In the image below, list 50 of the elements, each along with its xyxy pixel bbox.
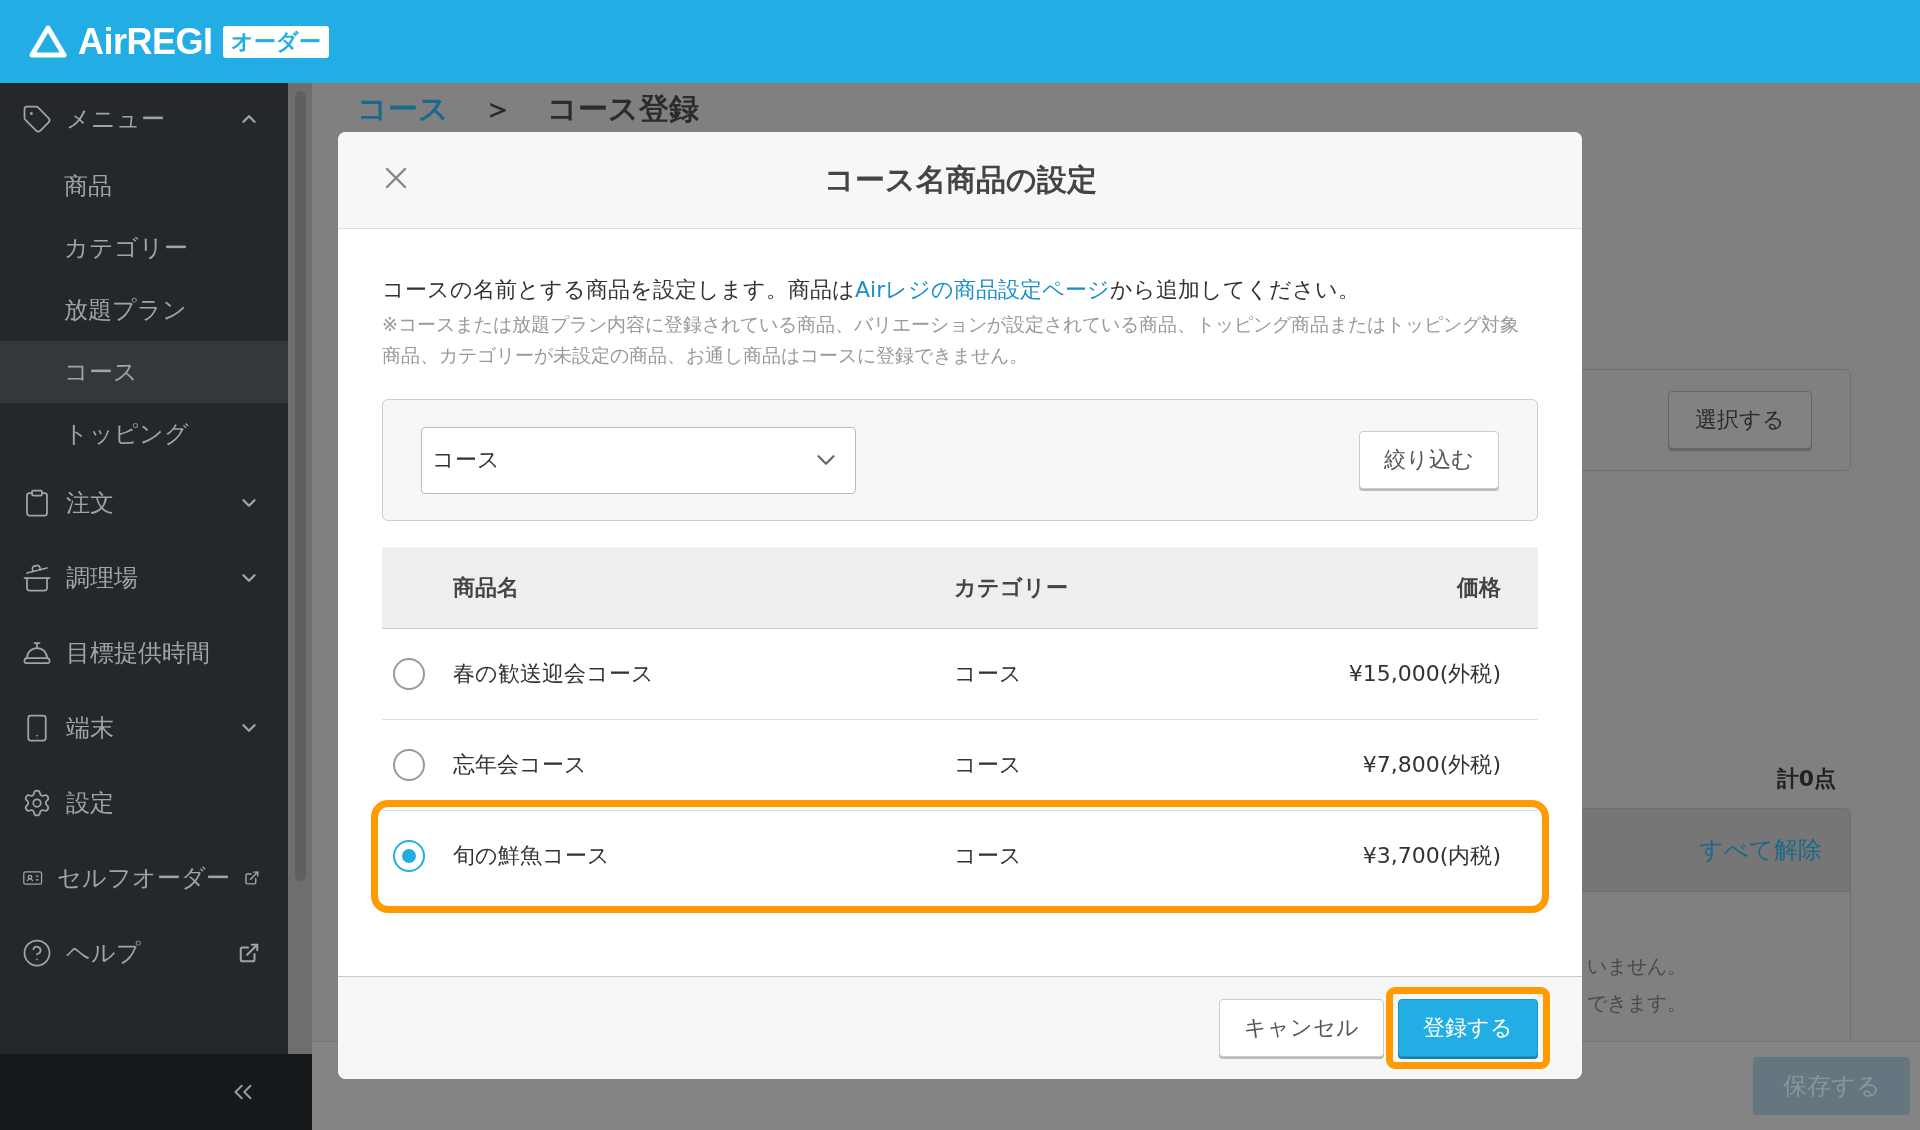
product-name-cell-text: 旬の鮮魚コース xyxy=(453,842,611,870)
sidebar-item[interactable]: 目標提供時間 xyxy=(0,615,288,690)
product-name-cell-text: 春の歓送迎会コース xyxy=(453,660,655,688)
sidebar-item[interactable]: セルフオーダー xyxy=(0,840,288,915)
external-link-icon xyxy=(238,941,260,964)
product-badge: オーダー xyxy=(222,25,329,58)
cancel-button[interactable]: キャンセル xyxy=(1219,999,1384,1057)
dialog-title: コース名商品の設定 xyxy=(823,160,1097,199)
table-row[interactable]: 忘年会コース コース ¥7,800(外税) xyxy=(382,720,1538,811)
radio-button[interactable] xyxy=(393,749,425,781)
note-text: ※コースまたは放題プラン内容に登録されている商品、バリエーションが設定されている商品、トッピング商品またはトッピング対象商品、カテゴリーが未設定の商品、お通し商品はコースに登録できません。 xyxy=(382,312,1520,368)
column-header: 商品名 xyxy=(453,573,520,602)
sidebar-item[interactable]: メニュー xyxy=(0,83,288,155)
table-row[interactable]: 春の歓送迎会コース コース ¥15,000(外税) xyxy=(382,629,1538,720)
total-count: 計0点 xyxy=(1776,765,1836,793)
category-cell-text: コース xyxy=(954,842,1023,870)
sidebar-subitem[interactable]: 商品 xyxy=(0,155,288,217)
sidebar-subitem[interactable]: トッピング xyxy=(0,403,288,465)
category-select[interactable]: コース xyxy=(421,426,856,494)
price-cell-text: ¥15,000(外税) xyxy=(1348,660,1501,688)
tag-icon xyxy=(22,104,52,134)
logo-icon xyxy=(28,23,68,60)
sidebar-subitem[interactable]: カテゴリー xyxy=(0,217,288,279)
sidebar-item[interactable]: 注文 xyxy=(0,465,288,540)
radio-button[interactable] xyxy=(393,658,425,690)
sidebar-item[interactable]: 設定 xyxy=(0,765,288,840)
column-header: カテゴリー xyxy=(954,573,1069,602)
settings-icon xyxy=(22,787,52,818)
sidebar-item[interactable]: ヘルプ xyxy=(0,915,288,990)
select-button[interactable]: 選択する xyxy=(1668,391,1812,449)
table-row[interactable]: 旬の鮮魚コース コース ¥3,700(内税) xyxy=(382,811,1538,902)
column-header: 価格 xyxy=(1457,573,1501,602)
price-cell-text: ¥7,800(外税) xyxy=(1362,751,1501,779)
pot-icon xyxy=(22,562,52,593)
sidebar-subitem[interactable]: コース xyxy=(0,341,288,403)
settings-page-link[interactable]: Airレジの商品設定ページ xyxy=(855,277,1111,302)
radio-button[interactable] xyxy=(393,840,425,872)
filter-button[interactable]: 絞り込む xyxy=(1359,431,1499,489)
description-text: コースの名前とする商品を設定します。商品はAirレジの商品設定ページから追加してください。 xyxy=(382,276,1362,304)
breadcrumb-separator: ＞ xyxy=(483,89,513,128)
logo-text: AirREGI xyxy=(78,20,213,63)
help-icon xyxy=(22,937,52,968)
page-title: コース登録 xyxy=(547,89,699,128)
price-cell-text: ¥3,700(内税) xyxy=(1362,842,1501,870)
sidebar-subitem[interactable]: 放題プラン xyxy=(0,279,288,341)
category-cell-text: コース xyxy=(954,751,1023,779)
sidebar-item[interactable]: 調理場 xyxy=(0,540,288,615)
category-cell-text: コース xyxy=(954,660,1023,688)
product-name-cell-text: 忘年会コース xyxy=(453,751,588,779)
sidebar-item[interactable]: 端末 xyxy=(0,690,288,765)
